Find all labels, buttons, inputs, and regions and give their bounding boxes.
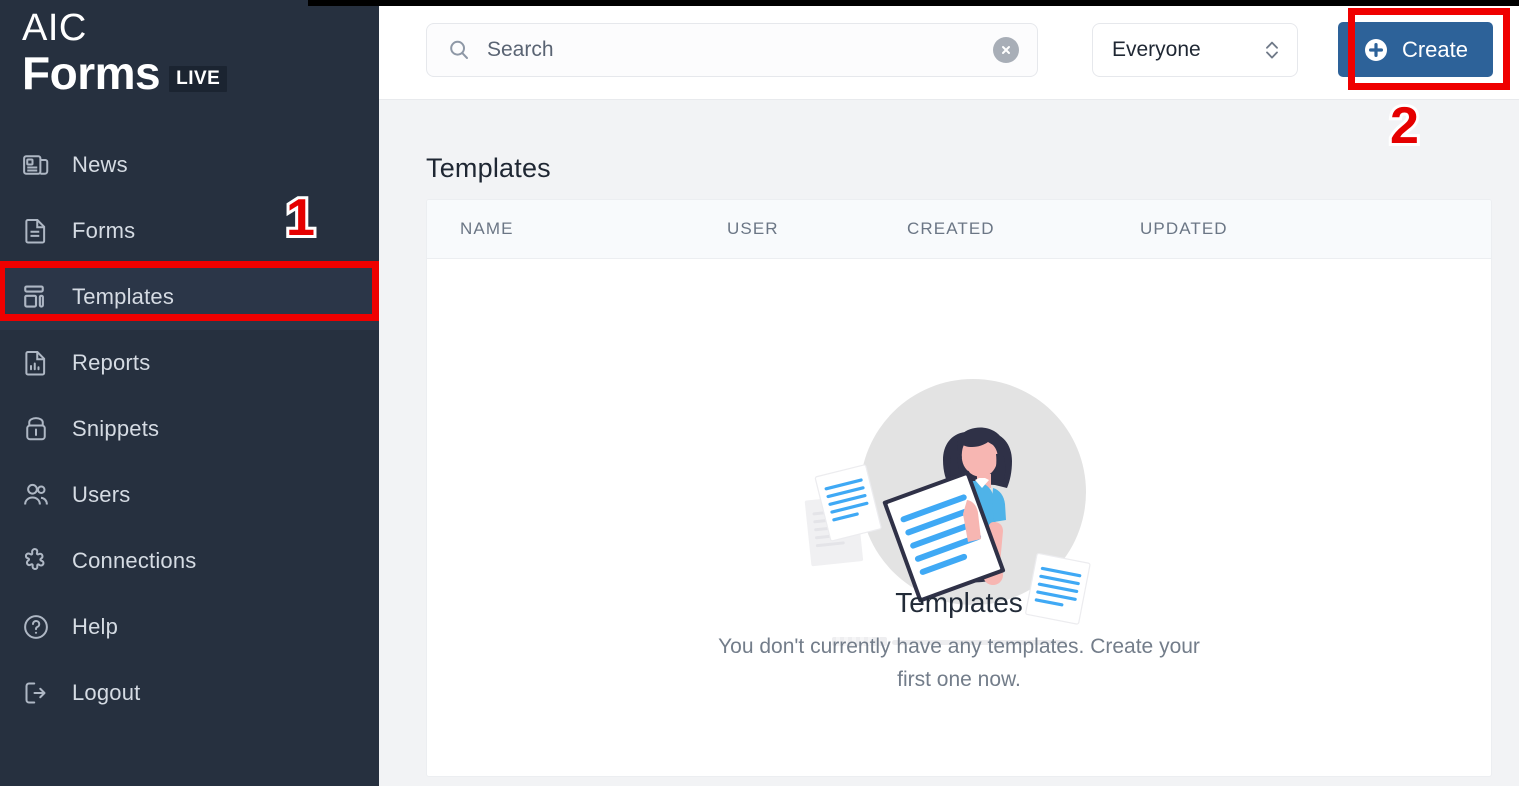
sidebar-item-snippets[interactable]: Snippets <box>0 396 379 462</box>
column-header-user[interactable]: USER <box>727 219 907 239</box>
sidebar-item-label: News <box>72 152 128 177</box>
app-logo: AIC Forms LIVE <box>22 6 322 98</box>
column-header-name[interactable]: NAME <box>460 219 727 239</box>
logo-aic-text: AIC <box>22 7 87 49</box>
sidebar-item-connections[interactable]: Connections <box>0 528 379 594</box>
owner-filter-value: Everyone <box>1112 38 1201 61</box>
create-button[interactable]: Create <box>1338 22 1493 77</box>
sidebar-item-label: Templates <box>72 284 175 309</box>
document-icon <box>19 214 53 248</box>
sidebar-nav: News Forms Templates Reports Snippets Us… <box>0 132 379 726</box>
puzzle-piece-icon <box>19 544 53 578</box>
plus-circle-icon <box>1363 37 1389 63</box>
sidebar-item-label: Help <box>72 614 119 639</box>
search-box[interactable] <box>426 23 1038 77</box>
create-button-label: Create <box>1401 36 1469 62</box>
column-header-updated[interactable]: UPDATED <box>1140 219 1380 239</box>
search-input[interactable] <box>487 38 993 62</box>
app-root: AIC Forms LIVE News Forms Templates Repo… <box>0 0 1519 786</box>
clear-circle-icon[interactable] <box>993 37 1019 63</box>
sidebar-item-news[interactable]: News <box>0 132 379 198</box>
main-content: Everyone Create Templates <box>379 0 1519 786</box>
users-icon <box>19 478 53 512</box>
sidebar-item-help[interactable]: Help <box>0 594 379 660</box>
templates-table-card: NAME USER CREATED UPDATED Templates You … <box>426 199 1492 777</box>
template-layout-icon <box>19 280 53 314</box>
table-header-row: NAME USER CREATED UPDATED <box>427 200 1491 259</box>
sidebar-item-reports[interactable]: Reports <box>0 330 379 396</box>
sidebar-item-logout[interactable]: Logout <box>0 660 379 726</box>
sidebar-item-users[interactable]: Users <box>0 462 379 528</box>
updown-chevrons-icon <box>1263 36 1281 64</box>
empty-state-message: You don't currently have any templates. … <box>718 635 1200 691</box>
owner-filter-select[interactable]: Everyone <box>1092 23 1298 77</box>
logo-live-badge: LIVE <box>169 66 228 92</box>
sidebar-item-label: Connections <box>72 548 197 573</box>
snippet-box-icon <box>19 412 53 446</box>
toolbar: Everyone Create <box>379 0 1519 100</box>
sidebar-item-forms[interactable]: Forms <box>0 198 379 264</box>
empty-state: Templates You don't currently have any t… <box>427 259 1491 776</box>
column-header-created[interactable]: CREATED <box>907 219 1140 239</box>
top-black-strip <box>308 0 1519 6</box>
question-circle-icon <box>19 610 53 644</box>
search-icon <box>447 38 471 62</box>
sidebar-item-label: Reports <box>72 350 151 375</box>
sidebar: AIC Forms LIVE News Forms Templates Repo… <box>0 0 379 786</box>
newspaper-icon <box>19 148 53 182</box>
empty-state-title: Templates <box>895 587 1023 618</box>
page-title: Templates <box>426 153 551 183</box>
sidebar-item-templates[interactable]: Templates <box>0 264 379 330</box>
sidebar-item-label: Snippets <box>72 416 160 441</box>
logout-arrow-icon <box>19 676 53 710</box>
sidebar-item-label: Logout <box>72 680 141 705</box>
logo-forms-text: Forms <box>22 47 161 99</box>
sidebar-item-label: Users <box>72 482 131 507</box>
sidebar-item-label: Forms <box>72 218 136 243</box>
report-chart-icon <box>19 346 53 380</box>
